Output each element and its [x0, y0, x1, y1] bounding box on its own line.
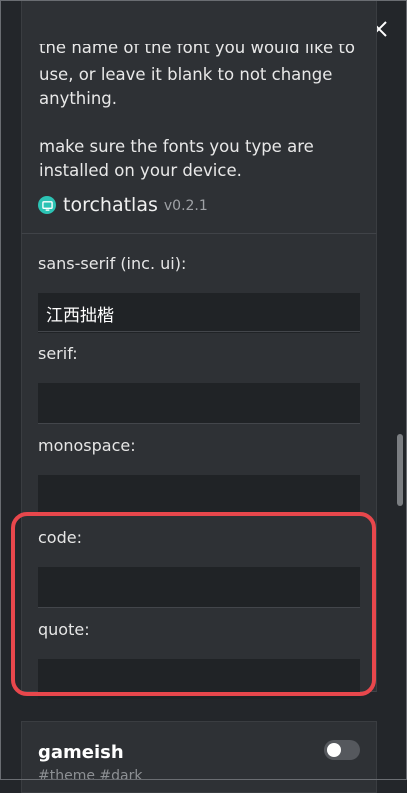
- divider: [38, 515, 360, 516]
- code-label: code:: [38, 528, 82, 547]
- theme-name: gameish: [38, 742, 124, 763]
- monospace-input[interactable]: [38, 475, 360, 515]
- monospace-label: monospace:: [38, 436, 136, 455]
- serif-field: serif:: [38, 344, 360, 423]
- font-fields-card: sans-serif (inc. ui): serif: monospace: …: [21, 234, 377, 699]
- serif-label: serif:: [38, 344, 78, 363]
- theme-tags: #theme #dark: [38, 768, 143, 784]
- quote-label: quote:: [38, 620, 90, 639]
- brand-name: torchatlas: [63, 194, 158, 216]
- divider: [38, 607, 360, 608]
- brand-version: v0.2.1: [163, 198, 208, 214]
- description-cut-line: the name of the font you would like to: [39, 38, 355, 57]
- code-input[interactable]: [38, 567, 360, 607]
- quote-field: quote:: [38, 620, 360, 699]
- sans-serif-field: sans-serif (inc. ui):: [38, 254, 360, 333]
- divider: [38, 423, 360, 424]
- scrollbar-thumb[interactable]: [397, 434, 403, 506]
- serif-input[interactable]: [38, 383, 360, 423]
- sans-serif-input[interactable]: [38, 293, 360, 333]
- toggle-knob: [327, 743, 341, 757]
- torchatlas-logo-icon: [38, 196, 56, 214]
- description-text: use, or leave it blank to not change any…: [39, 65, 333, 180]
- font-description-card: the name of the font you would like to u…: [21, 0, 377, 234]
- sans-serif-label: sans-serif (inc. ui):: [38, 254, 187, 273]
- monospace-field: monospace:: [38, 436, 360, 515]
- quote-input[interactable]: [38, 659, 360, 699]
- theme-toggle[interactable]: [324, 740, 360, 760]
- scrollbar-track[interactable]: [396, 56, 404, 778]
- divider: [38, 331, 360, 332]
- theme-card[interactable]: gameish #theme #dark: [21, 721, 377, 793]
- code-field: code:: [38, 528, 360, 607]
- brand-row: torchatlas v0.2.1: [38, 194, 208, 216]
